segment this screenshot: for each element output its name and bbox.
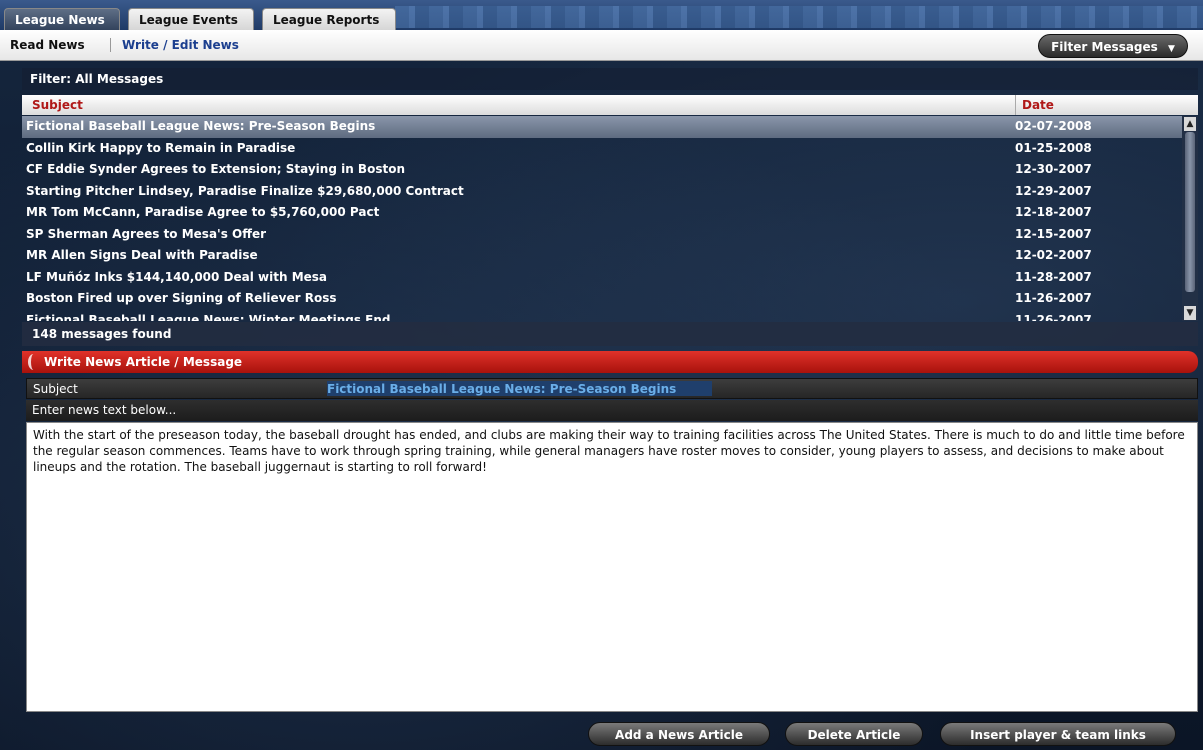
table-row[interactable]: Collin Kirk Happy to Remain in Paradise … [22, 138, 1182, 160]
read-news-link[interactable]: Read News [10, 38, 85, 52]
subject-input[interactable] [327, 380, 1187, 397]
message-subject: MR Tom McCann, Paradise Agree to $5,760,… [26, 205, 380, 219]
filter-messages-button[interactable]: Filter Messages ▼ [1038, 34, 1188, 58]
table-row[interactable]: Boston Fired up over Signing of Reliever… [22, 288, 1182, 310]
message-count: 148 messages found [22, 322, 1198, 346]
table-row[interactable]: Fictional Baseball League News: Pre-Seas… [22, 116, 1182, 138]
message-date: 11-26-2007 [1015, 312, 1092, 322]
subject-label: Subject [33, 382, 78, 396]
message-date: 12-29-2007 [1015, 183, 1092, 198]
column-header-date[interactable]: Date [1022, 95, 1054, 115]
message-subject: LF Muñóz Inks $144,140,000 Deal with Mes… [26, 269, 328, 284]
tab-league-news[interactable]: League News [4, 8, 120, 30]
filter-status-label: Filter: All Messages [22, 68, 1198, 90]
scroll-down-arrow-icon[interactable]: ▼ [1184, 306, 1196, 320]
table-row[interactable]: SP Sherman Agrees to Mesa's Offer 12-15-… [22, 224, 1182, 246]
message-date: 12-18-2007 [1015, 205, 1092, 219]
chevron-down-icon: ▼ [1168, 44, 1175, 54]
news-body-textarea[interactable]: With the start of the preseason today, t… [26, 422, 1198, 712]
filter-messages-label: Filter Messages [1051, 40, 1158, 54]
subject-row: Subject [26, 378, 1198, 399]
message-subject: Fictional Baseball League News: Pre-Seas… [26, 119, 376, 133]
sub-navigation: Read News Write / Edit News [0, 30, 1203, 61]
table-row[interactable]: MR Tom McCann, Paradise Agree to $5,760,… [22, 202, 1182, 224]
message-subject: CF Eddie Synder Agrees to Extension; Sta… [26, 162, 405, 176]
tab-league-reports[interactable]: League Reports [262, 8, 396, 30]
section-title: Write News Article / Message [44, 355, 243, 369]
insert-links-button[interactable]: Insert player & team links [940, 722, 1176, 746]
tab-bar-decoration [395, 6, 1203, 28]
write-article-section-header: Write News Article / Message [22, 351, 1198, 373]
table-row[interactable]: Starting Pitcher Lindsey, Paradise Final… [22, 181, 1182, 203]
message-list-header: Subject Date [22, 95, 1198, 115]
message-subject: SP Sherman Agrees to Mesa's Offer [26, 226, 267, 241]
message-subject: MR Allen Signs Deal with Paradise [26, 248, 258, 262]
message-list: Fictional Baseball League News: Pre-Seas… [22, 116, 1182, 321]
scrollbar-thumb[interactable] [1185, 132, 1195, 292]
news-panel: Filter: All Messages Subject Date Fictio… [22, 68, 1198, 712]
news-text-instruction: Enter news text below... [26, 400, 1198, 421]
message-subject: Collin Kirk Happy to Remain in Paradise [26, 140, 296, 155]
delete-article-button[interactable]: Delete Article [785, 722, 923, 746]
message-date: 11-26-2007 [1015, 291, 1092, 305]
message-date: 02-07-2008 [1015, 119, 1092, 133]
message-date: 12-02-2007 [1015, 248, 1092, 262]
table-row[interactable]: LF Muñóz Inks $144,140,000 Deal with Mes… [22, 267, 1182, 289]
table-row[interactable]: MR Allen Signs Deal with Paradise 12-02-… [22, 245, 1182, 267]
tab-league-events[interactable]: League Events [128, 8, 254, 30]
message-date: 12-30-2007 [1015, 162, 1092, 176]
message-subject: Fictional Baseball League News: Winter M… [26, 312, 391, 322]
message-list-scrollbar[interactable]: ▲ ▼ [1182, 116, 1198, 321]
table-row[interactable]: Fictional Baseball League News: Winter M… [22, 310, 1182, 322]
write-edit-news-link[interactable]: Write / Edit News [122, 38, 239, 52]
message-subject: Boston Fired up over Signing of Reliever… [26, 291, 337, 305]
scroll-up-arrow-icon[interactable]: ▲ [1184, 117, 1196, 131]
subnav-divider [110, 38, 111, 52]
table-row[interactable]: CF Eddie Synder Agrees to Extension; Sta… [22, 159, 1182, 181]
add-news-article-button[interactable]: Add a News Article [588, 722, 770, 746]
message-subject: Starting Pitcher Lindsey, Paradise Final… [26, 183, 464, 198]
message-date: 01-25-2008 [1015, 140, 1092, 155]
column-divider [1015, 95, 1016, 115]
section-swirl-icon [28, 354, 39, 370]
top-tab-bar: League News League Events League Reports [0, 0, 1203, 30]
column-header-subject[interactable]: Subject [32, 95, 83, 115]
message-date: 12-15-2007 [1015, 226, 1092, 241]
message-date: 11-28-2007 [1015, 269, 1092, 284]
